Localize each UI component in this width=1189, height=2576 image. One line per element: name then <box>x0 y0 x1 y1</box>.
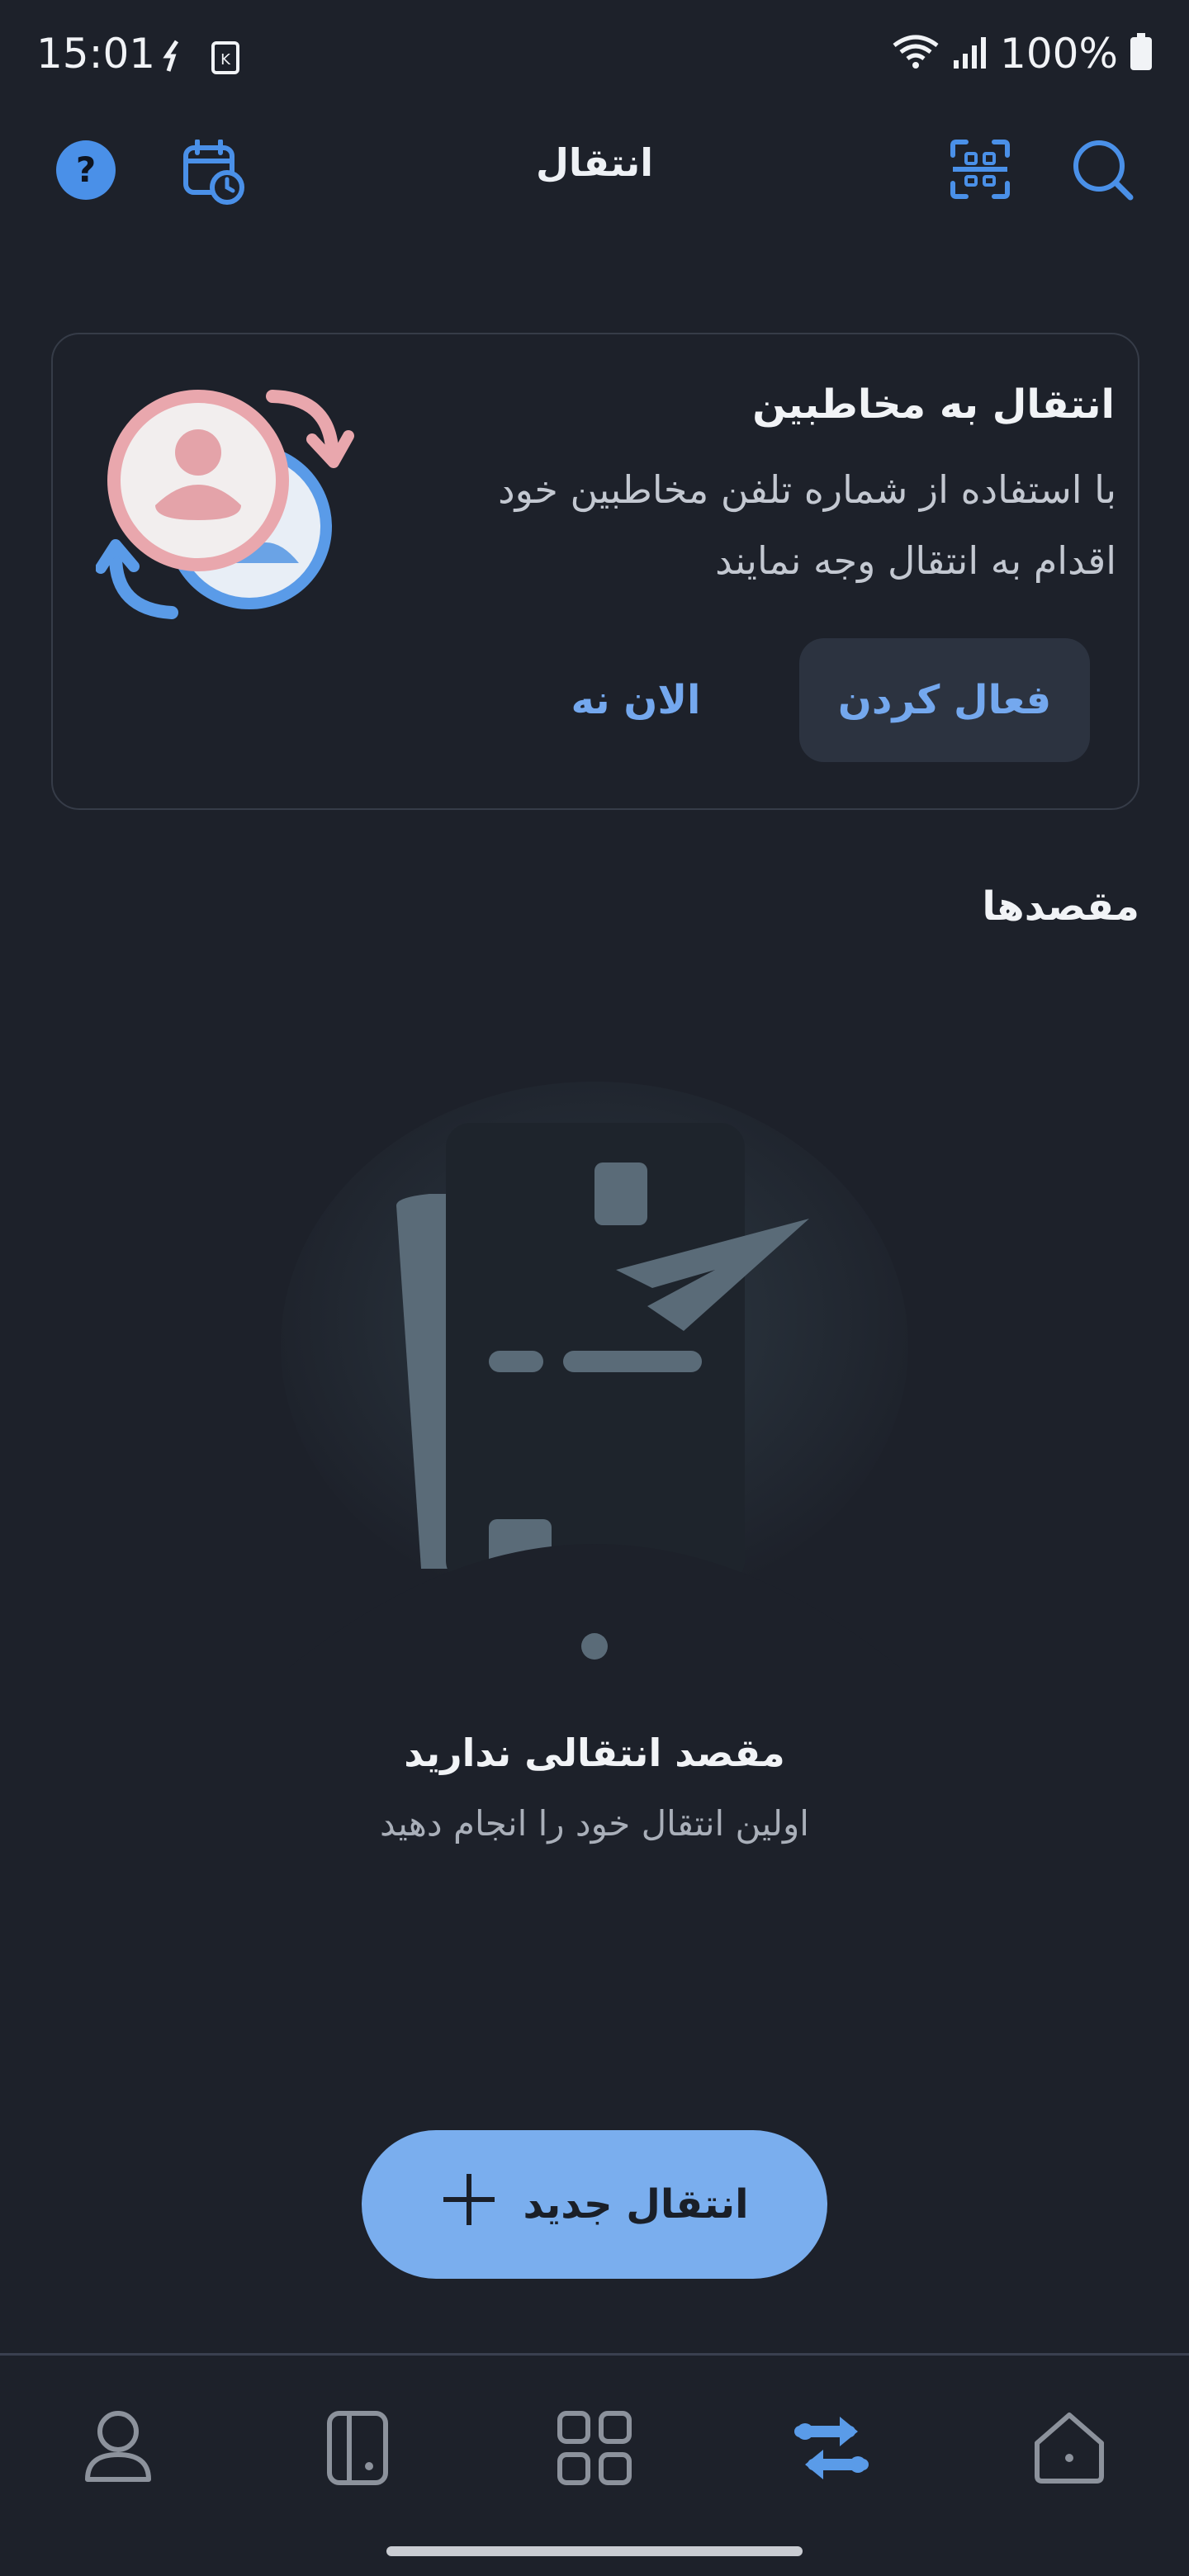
card-icon <box>327 2411 388 2485</box>
nav-transfer[interactable] <box>786 2403 877 2493</box>
card-title: انتقال به مخاطبین <box>752 381 1115 428</box>
nav-services[interactable] <box>549 2403 640 2493</box>
activate-button[interactable]: فعال کردن <box>799 638 1090 762</box>
contacts-transfer-illustration <box>95 381 360 632</box>
empty-state-subtitle: اولین انتقال خود را انجام دهید <box>380 1803 809 1844</box>
signal-icon <box>952 34 988 73</box>
app-notification-icon: K <box>211 41 239 78</box>
new-transfer-label: انتقال جدید <box>523 2181 749 2228</box>
search-button[interactable] <box>1070 137 1136 203</box>
card-description: با استفاده از شماره تلفن مخاطبین خود اقد… <box>498 467 1116 583</box>
svg-text:K: K <box>220 51 231 69</box>
qr-scan-button[interactable] <box>948 137 1012 201</box>
transfer-icon <box>794 2417 869 2479</box>
nav-profile[interactable] <box>73 2403 163 2493</box>
empty-state-illustration <box>264 1073 925 1688</box>
home-indicator[interactable] <box>386 2546 803 2556</box>
scan-icon <box>950 140 1010 199</box>
empty-state-title: مقصد انتقالی ندارید <box>404 1731 785 1775</box>
services-grid-icon <box>557 2411 632 2485</box>
nav-home[interactable] <box>1024 2403 1115 2493</box>
bottom-nav-divider <box>0 2353 1189 2356</box>
destinations-title: مقصدها <box>982 883 1139 930</box>
not-now-button[interactable]: الان نه <box>528 638 743 762</box>
status-time: 15:01 <box>36 30 156 78</box>
profile-icon <box>85 2411 151 2482</box>
new-transfer-button[interactable]: انتقال جدید <box>362 2130 827 2279</box>
search-icon <box>1073 140 1134 201</box>
nav-cards[interactable] <box>312 2403 403 2493</box>
home-icon <box>1035 2413 1104 2484</box>
sync-icon <box>162 40 183 76</box>
plus-icon <box>440 2171 498 2238</box>
wifi-icon <box>891 32 940 75</box>
battery-icon <box>1130 33 1153 74</box>
battery-percent: 100% <box>1000 30 1118 78</box>
status-icons: 100% <box>891 30 1153 78</box>
